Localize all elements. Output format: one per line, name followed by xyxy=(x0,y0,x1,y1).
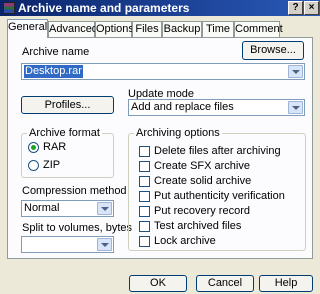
close-button[interactable]: × xyxy=(304,1,319,15)
create-sfx-checkbox[interactable] xyxy=(139,161,150,172)
title-bar[interactable]: Archive name and parameters ? × xyxy=(0,0,320,16)
chevron-down-icon[interactable] xyxy=(97,238,112,251)
rar-radio[interactable] xyxy=(28,142,39,153)
update-mode-select[interactable]: Add and replace files xyxy=(128,99,305,116)
lock-archive-label: Lock archive xyxy=(154,235,216,247)
create-solid-label: Create solid archive xyxy=(154,175,252,187)
authenticity-verification-checkbox[interactable] xyxy=(139,191,150,202)
tab-advanced[interactable]: Advanced xyxy=(48,21,98,37)
compression-method-label: Compression method xyxy=(22,185,127,197)
zip-radio-label[interactable]: ZIP xyxy=(43,159,60,172)
winrar-icon xyxy=(3,2,15,14)
recovery-record-checkbox[interactable] xyxy=(139,206,150,217)
help-title-button[interactable]: ? xyxy=(288,1,303,15)
browse-button[interactable]: Browse... xyxy=(242,41,304,60)
chevron-down-icon[interactable] xyxy=(288,101,303,114)
compression-method-value: Normal xyxy=(24,202,60,214)
general-tab-panel: Archive name Browse... Desktop.rar Updat… xyxy=(7,37,313,259)
split-volumes-combo[interactable] xyxy=(21,236,114,253)
profiles-button[interactable]: Profiles... xyxy=(21,96,114,114)
archive-name-input[interactable]: Desktop.rar xyxy=(24,65,83,78)
tab-backup[interactable]: Backup xyxy=(162,21,202,37)
chevron-down-icon[interactable] xyxy=(97,202,112,215)
rar-radio-label[interactable]: RAR xyxy=(43,141,66,154)
create-sfx-label: Create SFX archive xyxy=(154,160,250,172)
tab-general[interactable]: General xyxy=(7,19,48,38)
delete-after-archiving-label: Delete files after archiving xyxy=(154,145,281,157)
create-solid-checkbox[interactable] xyxy=(139,176,150,187)
authenticity-verification-label: Put authenticity verification xyxy=(154,190,285,202)
split-volumes-label: Split to volumes, bytes xyxy=(22,222,133,234)
compression-method-select[interactable]: Normal xyxy=(21,200,114,217)
archive-format-group: Archive format RAR ZIP xyxy=(21,127,114,178)
test-archived-checkbox[interactable] xyxy=(139,221,150,232)
tab-options[interactable]: Options xyxy=(95,21,134,37)
archiving-options-title: Archiving options xyxy=(134,127,222,139)
recovery-record-label: Put recovery record xyxy=(154,205,250,217)
tab-comment[interactable]: Comment xyxy=(234,21,283,37)
tab-files[interactable]: Files xyxy=(132,21,162,37)
cancel-button[interactable]: Cancel xyxy=(196,275,254,292)
delete-after-archiving-checkbox[interactable] xyxy=(139,146,150,157)
lock-archive-checkbox[interactable] xyxy=(139,236,150,247)
archive-format-title: Archive format xyxy=(27,127,102,139)
window-title: Archive name and parameters xyxy=(18,1,190,15)
zip-radio[interactable] xyxy=(28,160,39,171)
archive-name-label: Archive name xyxy=(22,46,90,58)
archiving-options-group: Archiving options Delete files after arc… xyxy=(128,127,306,251)
test-archived-label: Test archived files xyxy=(154,220,242,232)
ok-button[interactable]: OK xyxy=(129,275,187,292)
help-button[interactable]: Help xyxy=(259,275,313,292)
tab-time[interactable]: Time xyxy=(202,21,234,37)
update-mode-value: Add and replace files xyxy=(131,101,234,113)
chevron-down-icon[interactable] xyxy=(288,65,303,78)
archive-name-combo[interactable]: Desktop.rar xyxy=(21,63,305,80)
